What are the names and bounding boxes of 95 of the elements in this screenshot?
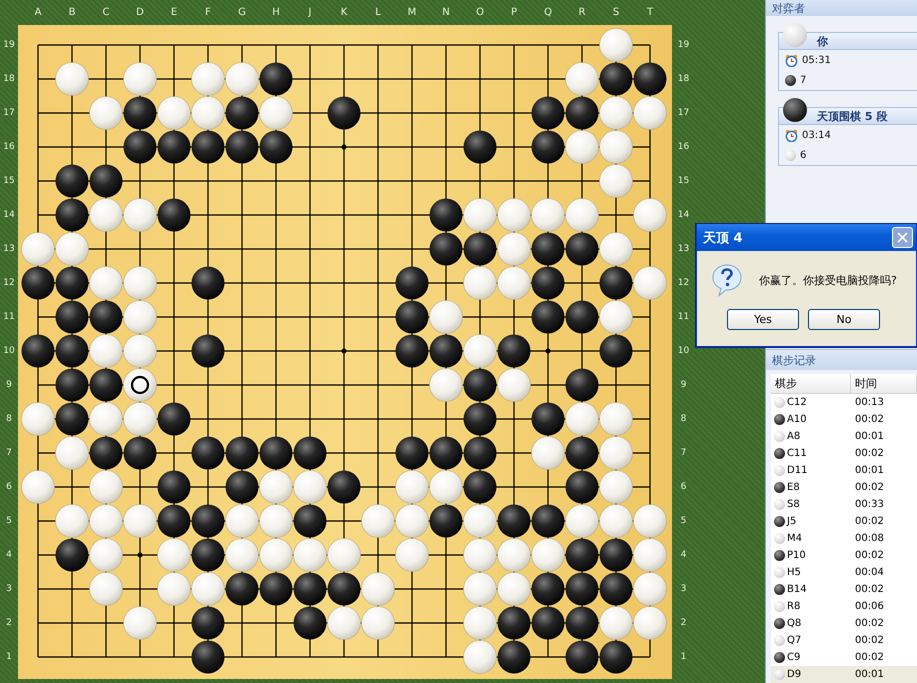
column-label: G — [237, 7, 247, 18]
column-label: B — [68, 7, 76, 18]
row-label: 5 — [680, 515, 688, 528]
column-label: R — [578, 7, 586, 18]
row-label: 11 — [676, 311, 690, 324]
column-label: O — [475, 7, 485, 18]
row-label: 15 — [2, 175, 16, 188]
move-text: E8 — [787, 482, 800, 493]
row-label: 6 — [5, 481, 13, 494]
row-label: 14 — [676, 209, 690, 222]
column-label: A — [34, 7, 42, 18]
column-label: P — [510, 7, 518, 18]
column-label: L — [374, 7, 382, 18]
row-label: 7 — [5, 447, 13, 460]
move-text: J5 — [787, 516, 796, 527]
move-cell[interactable]: D9 — [771, 666, 851, 683]
column-label: E — [170, 7, 178, 18]
row-label: 3 — [5, 583, 13, 596]
alarm-clock-icon — [785, 128, 798, 142]
row-label: 2 — [5, 617, 13, 630]
row-label: 16 — [676, 141, 690, 154]
row-label: 4 — [5, 549, 13, 562]
player-name: 天顶围棋 5 段 — [817, 108, 888, 124]
column-label: N — [441, 7, 451, 18]
column-label: Q — [543, 7, 553, 18]
row-label: 9 — [680, 379, 688, 392]
move-text: S8 — [787, 499, 800, 510]
row-label: 5 — [5, 515, 13, 528]
row-label: 9 — [5, 379, 13, 392]
dialog-message: 你赢了。你接受电脑投降吗? — [759, 272, 897, 288]
column-label: K — [340, 7, 348, 18]
move-text: Q7 — [787, 635, 802, 646]
move-text: C11 — [787, 448, 807, 459]
move-text: A10 — [787, 414, 807, 425]
row-label: 7 — [680, 447, 688, 460]
row-label: 13 — [2, 243, 16, 256]
row-label: 13 — [676, 243, 690, 256]
move-text: C9 — [787, 652, 800, 663]
dialog-title: 天顶 4 — [703, 230, 744, 246]
row-label: 8 — [680, 413, 688, 426]
row-label: 14 — [2, 209, 16, 222]
row-label: 18 — [2, 73, 16, 86]
move-text: D11 — [787, 465, 808, 476]
move-text: R8 — [787, 601, 800, 612]
move-text: D9 — [787, 669, 802, 680]
row-label: 19 — [2, 39, 16, 52]
row-label: 12 — [676, 277, 690, 290]
row-label: 16 — [2, 141, 16, 154]
row-label: 10 — [2, 345, 16, 358]
row-label: 15 — [676, 175, 690, 188]
row-label: 11 — [2, 311, 16, 324]
column-label: T — [646, 7, 654, 18]
column-label: S — [612, 7, 620, 18]
move-text: A8 — [787, 431, 800, 442]
row-label: 4 — [680, 549, 688, 562]
row-label: 6 — [680, 481, 688, 494]
column-label: H — [271, 7, 281, 18]
move-text: H5 — [787, 567, 801, 578]
move-text: B14 — [787, 584, 807, 595]
column-label: F — [204, 7, 212, 18]
column-label: D — [135, 7, 145, 18]
player-name: 你 — [817, 34, 828, 48]
row-label: 18 — [676, 73, 690, 86]
panel-title: 棋步记录 — [766, 349, 917, 370]
row-label: 1 — [5, 651, 13, 664]
column-header: 棋步 — [771, 374, 851, 394]
row-label: 10 — [676, 345, 690, 358]
player-time: 03:14 — [802, 130, 831, 140]
close-button[interactable] — [892, 227, 913, 248]
column-header: 时间 — [851, 374, 917, 394]
column-label: M — [406, 7, 418, 18]
dialog-button[interactable]: Yes — [727, 309, 799, 330]
move-text: Q8 — [787, 618, 802, 629]
player-time: 05:31 — [802, 54, 831, 66]
panel-title: 对弈者 — [766, 0, 917, 16]
row-label: 3 — [680, 583, 688, 596]
alarm-clock-icon — [785, 54, 798, 66]
column-label: J — [307, 7, 312, 18]
move-text: P10 — [787, 550, 806, 561]
move-text: M4 — [787, 533, 802, 544]
row-label: 17 — [2, 107, 16, 120]
row-label: 17 — [676, 107, 690, 120]
move-text: C12 — [787, 397, 807, 408]
row-label: 8 — [5, 413, 13, 426]
captured-count: 7 — [800, 74, 806, 86]
close-icon — [897, 232, 908, 243]
dialog-button[interactable]: No — [808, 309, 880, 330]
question-icon — [711, 263, 743, 297]
time-cell: 00:01 — [851, 666, 917, 683]
row-label: 12 — [2, 277, 16, 290]
row-label: 1 — [680, 651, 688, 664]
row-label: 2 — [680, 617, 688, 630]
row-label: 19 — [676, 39, 690, 52]
column-label: C — [102, 7, 110, 18]
captured-count: 6 — [800, 150, 806, 160]
